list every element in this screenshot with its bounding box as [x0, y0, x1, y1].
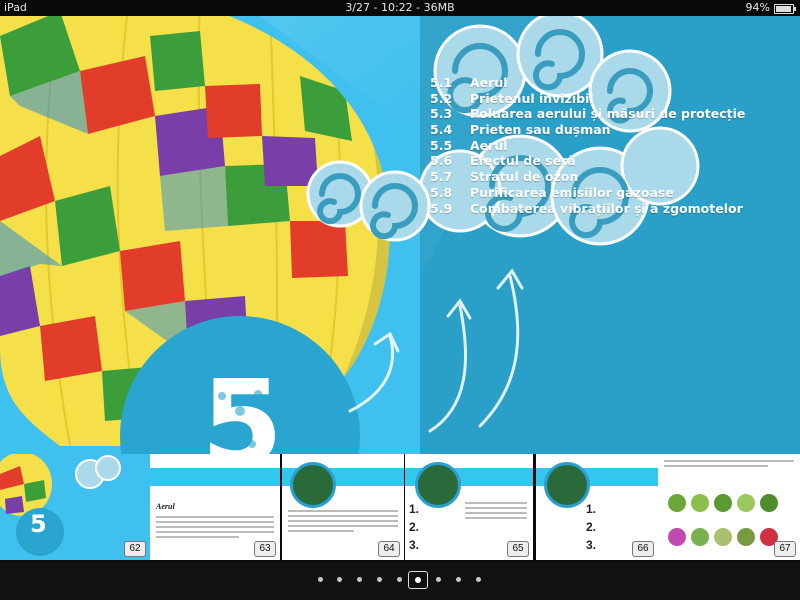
thumbnail-page[interactable]: 64 [282, 454, 404, 560]
thumbnail-page[interactable]: 1. 2. 3. 65 [405, 454, 533, 560]
toc-item[interactable]: 5.6 Efectul de seră [430, 153, 745, 169]
page-dot[interactable] [456, 577, 461, 582]
thumbnail-page-number: 66 [632, 541, 654, 557]
page-dot[interactable] [318, 577, 323, 582]
thumbnail-page-number: 64 [378, 541, 400, 557]
thumbnail-page-number: 62 [124, 541, 146, 557]
toc-item[interactable]: 5.3 Poluarea aerului și măsuri de protecț… [430, 106, 745, 122]
chapter-number: 5 [201, 354, 283, 454]
chapter-toc: 5.1 Aerul 5.2 Prietenul invizibil 5.3 Polua… [430, 75, 745, 216]
toc-item[interactable]: 5.7 Stratul de ozon [430, 169, 745, 185]
page-dot[interactable] [397, 577, 402, 582]
thumbnail-page-number: 63 [254, 541, 276, 557]
battery-percent: 94% [745, 1, 770, 14]
thumbnail-title: Aerul [156, 502, 175, 511]
book-spread[interactable]: 5 5.1 Aerul 5.2 Prietenul invizibil 5.3 … [0, 16, 800, 454]
thumbnail-page[interactable]: 1. 2. 3. 66 [536, 454, 658, 560]
toc-item[interactable]: 5.5 Aerul [430, 138, 745, 154]
thumbnail-page[interactable]: 5 62 [0, 454, 150, 560]
thumbnail-page[interactable]: Aerul 63 [150, 454, 280, 560]
page-dot[interactable] [337, 577, 342, 582]
toc-item[interactable]: 5.8 Purificarea emisiilor gazoase [430, 185, 745, 201]
page-thumbnail-strip[interactable]: 5 62 Aerul 63 64 1. 2. 3. 65 1. 2. 3. 66 67 [0, 454, 800, 562]
page-dot[interactable] [436, 577, 441, 582]
toc-item[interactable]: 5.9 Combaterea vibrațiilor și a zgomotelo… [430, 201, 745, 217]
thumbnail-page-number: 65 [507, 541, 529, 557]
thumbnail-page-number: 67 [774, 541, 796, 557]
page-dot-active[interactable] [408, 571, 428, 589]
toc-item[interactable]: 5.4 Prieten sau dușman [430, 122, 745, 138]
page-dot[interactable] [377, 577, 382, 582]
page-dot[interactable] [476, 577, 481, 582]
battery-icon [774, 4, 796, 14]
status-bar: iPad 3/27 - 10:22 - 36MB 94% [0, 0, 800, 16]
thumbnail-page[interactable]: 67 [658, 454, 800, 560]
page-dot[interactable] [357, 577, 362, 582]
thumbnail-chapter-number: 5 [30, 510, 47, 538]
toc-item[interactable]: 5.1 Aerul [430, 75, 745, 91]
toc-item[interactable]: 5.2 Prietenul invizibil [430, 91, 745, 107]
status-time-memory: 3/27 - 10:22 - 36MB [345, 1, 455, 14]
